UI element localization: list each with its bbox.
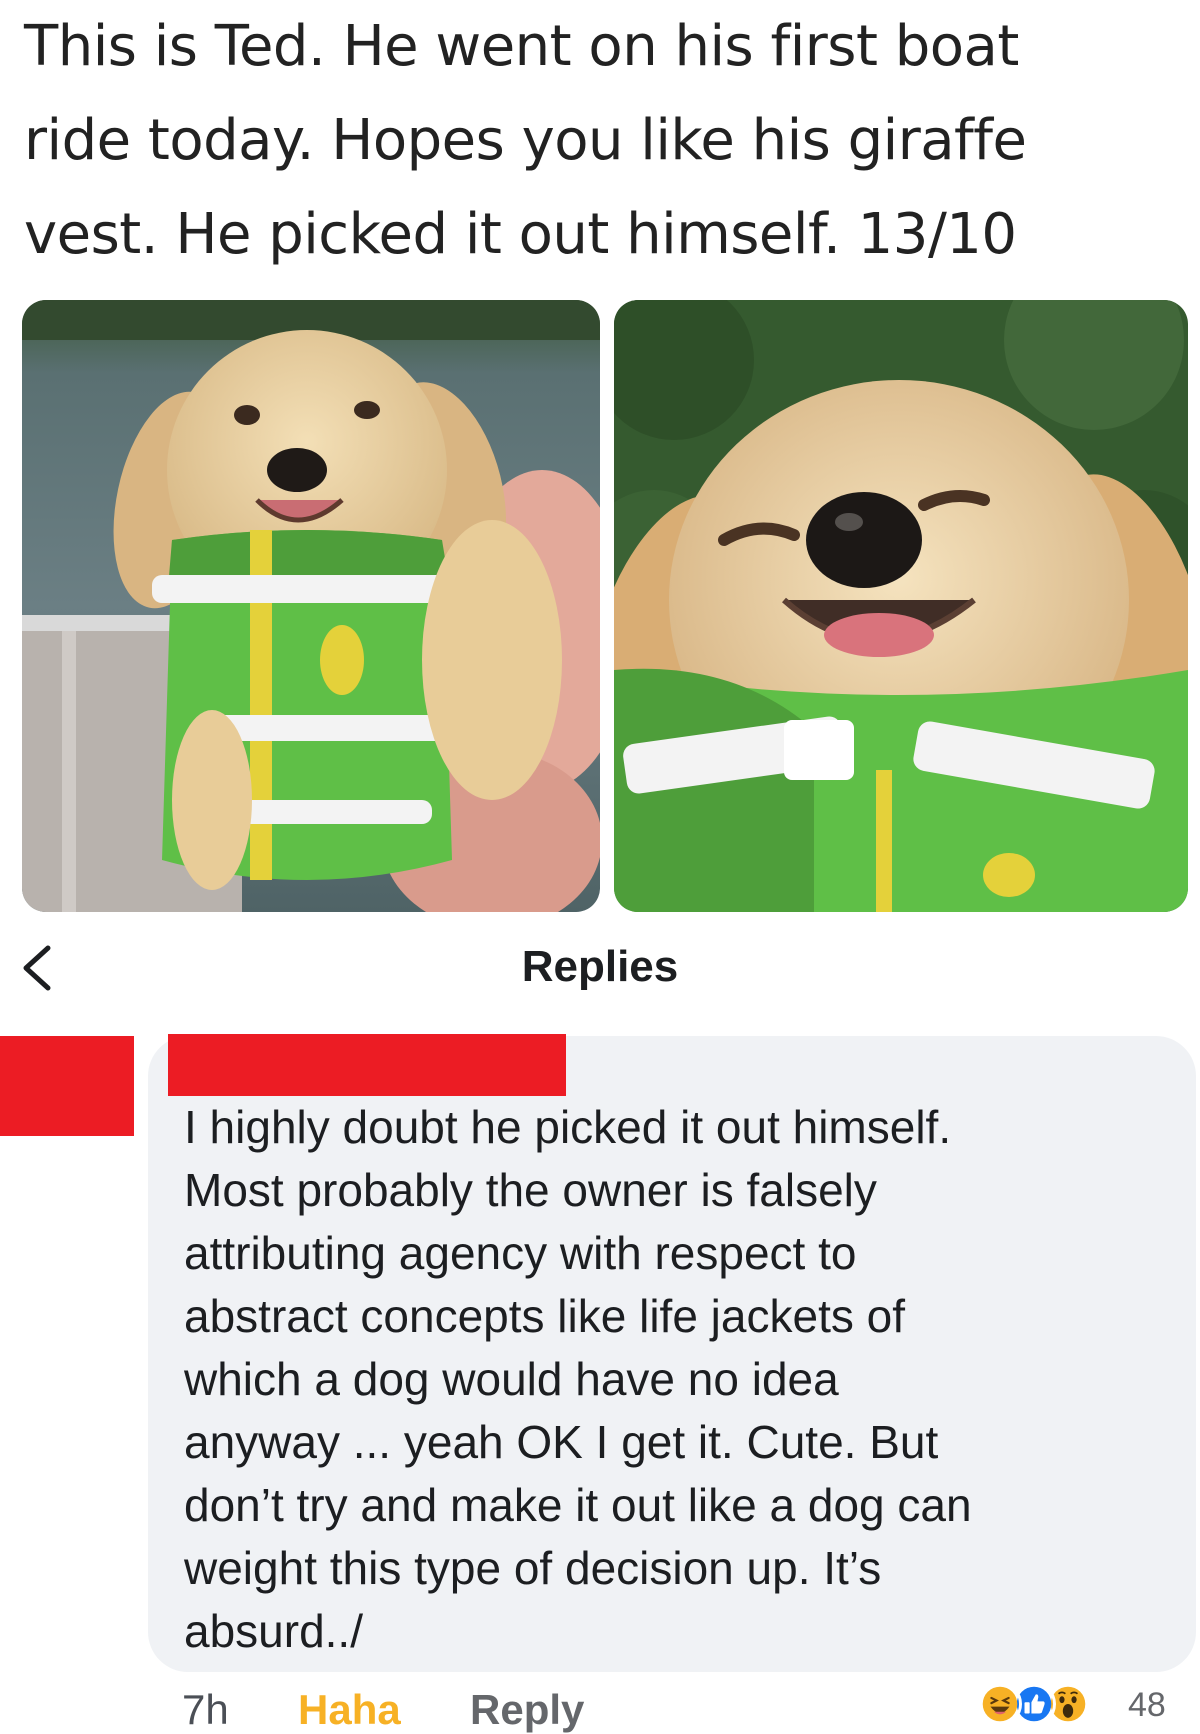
commenter-name[interactable] (168, 1034, 566, 1096)
replies-header: Replies (0, 930, 1200, 1010)
puppy-photo-right-image (614, 300, 1188, 912)
reaction-summary[interactable]: 48 (978, 1680, 1188, 1730)
reply-button[interactable]: Reply (470, 1686, 584, 1734)
puppy-photo-left-image (22, 300, 600, 912)
puppy-photo-right[interactable] (614, 300, 1188, 912)
comment-text-line: weight this type of decision up. It’s (184, 1542, 882, 1594)
comment-text: I highly doubt he picked it out himself.… (184, 1096, 1184, 1663)
comment-text-line: abstract concepts like life jackets of (184, 1290, 905, 1342)
post-text-line: ride today. Hopes you like his giraffe (24, 108, 1027, 173)
comment-text-line: don’t try and make it out like a dog can (184, 1479, 972, 1531)
comment-text-line: anyway ... yeah OK I get it. Cute. But (184, 1416, 939, 1468)
puppy-photo-left[interactable] (22, 300, 600, 912)
replies-title: Replies (521, 942, 679, 991)
post-text: This is Ted. He went on his first boat r… (24, 0, 1174, 282)
comment-timestamp[interactable]: 7h (182, 1686, 229, 1734)
comment-text-line: which a dog would have no idea (184, 1353, 839, 1405)
comment-text-line: absurd../ (184, 1605, 363, 1657)
haha-icon (978, 1682, 1022, 1726)
avatar[interactable] (0, 1036, 134, 1136)
post-text-line: This is Ted. He went on his first boat (24, 14, 1019, 79)
haha-reaction-button[interactable]: Haha (298, 1686, 401, 1734)
comment-text-line: Most probably the owner is falsely (184, 1164, 877, 1216)
post-text-line: vest. He picked it out himself. 13/10 (24, 202, 1017, 267)
comment-text-line: I highly doubt he picked it out himself. (184, 1101, 952, 1153)
comment-text-line: attributing agency with respect to (184, 1227, 857, 1279)
reaction-count: 48 (1128, 1686, 1166, 1724)
